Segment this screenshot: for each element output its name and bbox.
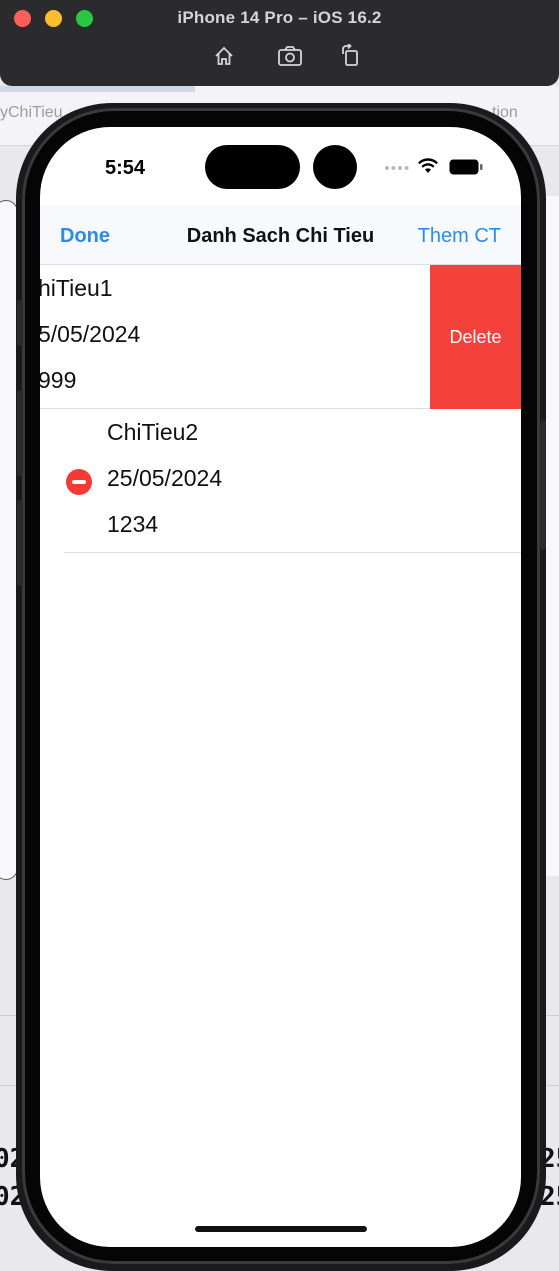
signal-icon	[385, 166, 409, 170]
delete-button[interactable]: Delete	[430, 265, 521, 409]
front-camera	[313, 145, 357, 189]
device-screen: 5:54 Done Danh Sach Chi Tieu Them CT hiT…	[40, 127, 521, 1247]
editor-tab-left[interactable]: yChiTieu	[0, 104, 63, 122]
expense-date: 5/05/2024	[40, 321, 141, 347]
expense-amount: 999	[40, 367, 77, 393]
dynamic-island	[205, 145, 300, 189]
list-item-content: ChiTieu2 25/05/2024 1234	[107, 409, 222, 553]
status-time: 5:54	[105, 157, 146, 179]
simulator-title: iPhone 14 Pro – iOS 16.2	[177, 8, 382, 27]
volume-up-button[interactable]	[17, 390, 23, 476]
mute-switch[interactable]	[17, 300, 23, 346]
expense-amount: 1234	[107, 511, 159, 537]
editor-progress-bar	[0, 86, 195, 92]
battery-icon	[449, 159, 483, 175]
add-expense-button[interactable]: Them CT	[418, 225, 501, 248]
list-item[interactable]: ChiTieu2 25/05/2024 1234	[40, 409, 521, 553]
expense-name: hiTieu1	[40, 275, 113, 301]
home-indicator[interactable]	[195, 1226, 367, 1232]
navigation-bar: Done Danh Sach Chi Tieu Them CT	[40, 205, 521, 265]
minus-circle-icon[interactable]	[66, 469, 92, 495]
list-item[interactable]: hiTieu1 5/05/2024 999 Delete	[40, 265, 521, 409]
list-item-content: hiTieu1 5/05/2024 999	[40, 265, 140, 409]
home-icon[interactable]	[210, 42, 238, 70]
simulator-title-bar: iPhone 14 Pro – iOS 16.2	[0, 0, 559, 86]
expense-name: ChiTieu2	[107, 419, 199, 445]
volume-down-button[interactable]	[17, 500, 23, 586]
screenshot-icon[interactable]	[276, 42, 304, 70]
power-button[interactable]	[540, 420, 546, 550]
wifi-icon	[418, 158, 438, 173]
expense-date: 25/05/2024	[107, 465, 223, 491]
row-separator	[64, 552, 521, 553]
rotate-icon[interactable]	[336, 42, 364, 70]
